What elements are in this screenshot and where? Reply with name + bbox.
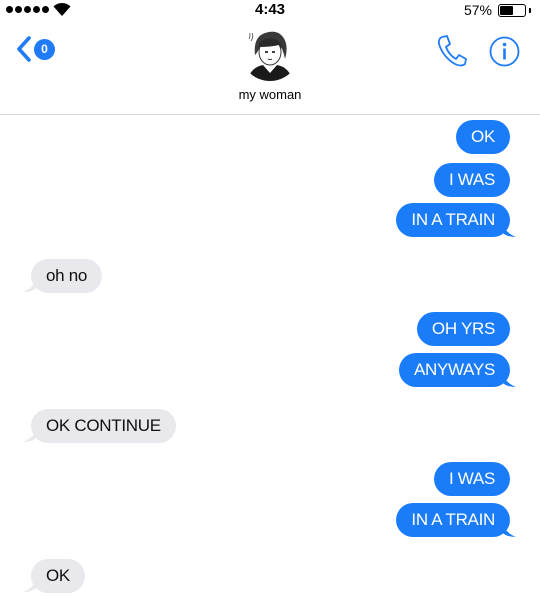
avatar-image (242, 25, 298, 81)
bubble-tail (502, 522, 516, 537)
info-button[interactable] (489, 36, 520, 72)
back-chevron-icon (17, 36, 31, 62)
bubble-tail (23, 277, 37, 292)
back-button[interactable]: 0 (16, 36, 55, 62)
message-sent[interactable]: IN A TRAIN (396, 203, 510, 237)
bubble-tail (23, 427, 37, 442)
message-received[interactable]: OK CONTINUE (31, 409, 176, 443)
message-received[interactable]: OK (31, 559, 85, 593)
message-sent[interactable]: IN A TRAIN (396, 503, 510, 537)
message-received[interactable]: oh no (31, 259, 103, 293)
message-sent[interactable]: OK (456, 120, 510, 154)
message-sent[interactable]: ANYWAYS (398, 353, 510, 387)
contact-avatar[interactable] (241, 25, 299, 81)
call-button[interactable] (436, 34, 468, 73)
message-sent[interactable]: OH YRS (416, 312, 510, 346)
battery-percent: 57% (463, 2, 492, 18)
bubble-tail (502, 372, 516, 387)
status-bar: 4:43 57% (0, 0, 540, 22)
bubble-tail (23, 577, 37, 592)
status-time: 4:43 (254, 1, 286, 18)
battery-icon (498, 4, 526, 17)
message-sent[interactable]: I WAS (433, 163, 510, 197)
message-sent[interactable]: I WAS (433, 462, 510, 496)
conversation-header: 0 my woman (0, 22, 540, 115)
contact-name[interactable]: my woman (0, 87, 540, 102)
unread-badge: 0 (34, 38, 55, 60)
info-icon (489, 36, 520, 67)
battery-tip (529, 8, 531, 13)
phone-icon (437, 35, 467, 67)
bubble-tail (502, 222, 516, 237)
